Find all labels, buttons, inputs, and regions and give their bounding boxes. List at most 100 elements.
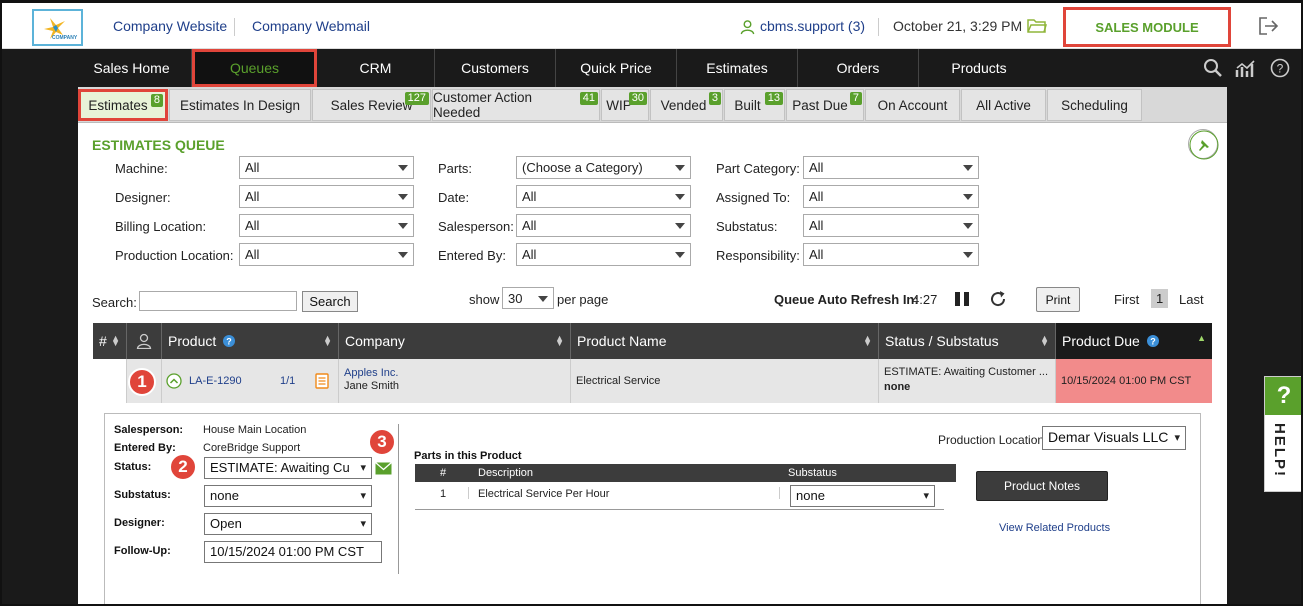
last-page-link[interactable]: Last bbox=[1179, 292, 1204, 307]
tab-label: Scheduling bbox=[1061, 97, 1128, 113]
sales-module-button[interactable]: SALES MODULE bbox=[1063, 7, 1231, 47]
analytics-icon[interactable] bbox=[1235, 58, 1257, 78]
chevron-down-icon: ▾ bbox=[923, 490, 929, 502]
logout-icon[interactable] bbox=[1258, 16, 1280, 36]
nav-sales-home[interactable]: Sales Home bbox=[72, 49, 192, 87]
nav-label: Customers bbox=[461, 60, 529, 76]
per-page-select[interactable]: 30 bbox=[502, 287, 554, 309]
tab-built[interactable]: Built 13 bbox=[724, 89, 785, 121]
status-select[interactable]: ESTIMATE: Awaiting Cu ▾ bbox=[204, 457, 372, 479]
col-product-due[interactable]: Product Due ? ▲ bbox=[1056, 323, 1212, 359]
step-badge-1: 1 bbox=[128, 368, 156, 396]
billing-location-select[interactable]: All bbox=[239, 214, 414, 237]
row-status-cell: ESTIMATE: Awaiting Customer ... none bbox=[879, 359, 1056, 403]
print-button[interactable]: Print bbox=[1036, 287, 1080, 312]
select-value: All bbox=[245, 189, 260, 204]
substatus-filter-select[interactable]: All bbox=[803, 214, 979, 237]
col-product[interactable]: Product ? ▲ ▼ bbox=[162, 323, 339, 359]
tab-sales-review[interactable]: Sales Review 127 bbox=[312, 89, 431, 121]
col-company[interactable]: Company ▲ ▼ bbox=[339, 323, 571, 359]
col-number[interactable]: # ▲ ▼ bbox=[93, 323, 127, 359]
company-website-link[interactable]: Company Website bbox=[113, 18, 227, 34]
pin-button[interactable] bbox=[1188, 129, 1219, 160]
search-input[interactable] bbox=[139, 291, 297, 311]
product-id-link[interactable]: LA-E-1290 bbox=[189, 375, 242, 387]
nav-queues[interactable]: Queues bbox=[192, 49, 317, 87]
tab-customer-action-needed[interactable]: Customer Action Needed 41 bbox=[432, 89, 600, 121]
email-icon[interactable] bbox=[375, 462, 392, 475]
chevron-down-icon: ▾ bbox=[360, 462, 366, 474]
col-status[interactable]: Status / Substatus ▲ ▼ bbox=[879, 323, 1056, 359]
chevron-down-icon bbox=[963, 252, 973, 258]
select-value: All bbox=[245, 160, 260, 175]
product-notes-button[interactable]: Product Notes bbox=[976, 471, 1108, 501]
parts-select[interactable]: (Choose a Category) bbox=[516, 156, 691, 179]
info-icon[interactable]: ? bbox=[1146, 335, 1159, 347]
responsibility-label: Responsibility: bbox=[716, 248, 800, 263]
table-row[interactable]: LA-E-1290 1/1 Apples Inc. Jane Smith Ele… bbox=[93, 359, 1212, 403]
date-select[interactable]: All bbox=[516, 185, 691, 208]
queue-table-header: # ▲ ▼ Product ? ▲ ▼ Company ▲ ▼ Product Name ▲… bbox=[93, 323, 1212, 359]
company-link[interactable]: Apples Inc. bbox=[344, 367, 398, 379]
col-assignee[interactable] bbox=[127, 323, 162, 359]
first-page-link[interactable]: First bbox=[1114, 292, 1139, 307]
help-tab[interactable]: ? HELP! bbox=[1264, 376, 1301, 492]
tab-scheduling[interactable]: Scheduling bbox=[1047, 89, 1142, 121]
tab-label: Past Due bbox=[792, 97, 848, 113]
user-link[interactable]: cbms.support (3) bbox=[760, 18, 865, 34]
chevron-down-icon bbox=[398, 252, 408, 258]
pause-icon[interactable] bbox=[953, 291, 971, 307]
part-category-label: Part Category: bbox=[716, 161, 800, 176]
button-label: Print bbox=[1045, 292, 1071, 307]
production-location-select[interactable]: All bbox=[239, 243, 414, 266]
nav-orders[interactable]: Orders bbox=[798, 49, 919, 87]
part-substatus-select[interactable]: none ▾ bbox=[790, 485, 935, 507]
select-value: none bbox=[796, 488, 825, 503]
tab-vended[interactable]: Vended 3 bbox=[650, 89, 723, 121]
company-webmail-link[interactable]: Company Webmail bbox=[252, 18, 370, 34]
nav-products[interactable]: Products bbox=[919, 49, 1039, 87]
info-icon[interactable]: ? bbox=[223, 335, 236, 347]
view-related-products-link[interactable]: View Related Products bbox=[999, 522, 1110, 534]
substatus-select[interactable]: none ▾ bbox=[204, 485, 372, 507]
tab-past-due[interactable]: Past Due 7 bbox=[786, 89, 864, 121]
tab-estimates[interactable]: Estimates 8 bbox=[78, 89, 168, 121]
document-icon[interactable] bbox=[315, 373, 329, 389]
nav-estimates[interactable]: Estimates bbox=[677, 49, 798, 87]
chevron-down-icon: ▾ bbox=[360, 518, 366, 530]
assigned-to-select[interactable]: All bbox=[803, 185, 979, 208]
followup-input[interactable]: 10/15/2024 01:00 PM CST bbox=[204, 541, 382, 563]
tab-label: WIP bbox=[606, 97, 632, 113]
help-circle-icon[interactable]: ? bbox=[1270, 58, 1290, 78]
tab-all-active[interactable]: All Active bbox=[961, 89, 1046, 121]
column-label: # bbox=[440, 467, 447, 479]
tab-on-account[interactable]: On Account bbox=[865, 89, 960, 121]
search-icon[interactable] bbox=[1203, 58, 1223, 78]
tab-label: Estimates bbox=[88, 97, 148, 113]
responsibility-select[interactable]: All bbox=[803, 243, 979, 266]
part-category-select[interactable]: All bbox=[803, 156, 979, 179]
salesperson-select[interactable]: All bbox=[516, 214, 691, 237]
nav-customers[interactable]: Customers bbox=[435, 49, 556, 87]
designer-select[interactable]: All bbox=[239, 185, 414, 208]
tab-count-badge: 7 bbox=[849, 92, 862, 105]
sort-icon: ▲ ▼ bbox=[1040, 333, 1049, 348]
search-label: Search: bbox=[92, 295, 137, 310]
entered-by-select[interactable]: All bbox=[516, 243, 691, 266]
nav-crm[interactable]: CRM bbox=[317, 49, 435, 87]
folder-icon[interactable] bbox=[1027, 18, 1047, 34]
machine-select[interactable]: All bbox=[239, 156, 414, 179]
company-logo[interactable]: COMPANY bbox=[32, 9, 83, 46]
production-location-label: Production Location: bbox=[115, 248, 234, 263]
nav-quick-price[interactable]: Quick Price bbox=[556, 49, 677, 87]
current-page[interactable]: 1 bbox=[1151, 289, 1169, 308]
designer-select[interactable]: Open ▾ bbox=[204, 513, 372, 535]
chevron-down-icon bbox=[675, 194, 685, 200]
refresh-icon[interactable] bbox=[989, 290, 1007, 308]
collapse-icon[interactable] bbox=[166, 373, 182, 389]
production-location-select[interactable]: Demar Visuals LLC ▾ bbox=[1042, 426, 1186, 450]
tab-estimates-in-design[interactable]: Estimates In Design bbox=[169, 89, 311, 121]
search-button[interactable]: Search bbox=[302, 291, 358, 312]
col-product-name[interactable]: Product Name ▲ ▼ bbox=[571, 323, 879, 359]
tab-wip[interactable]: WIP 30 bbox=[601, 89, 649, 121]
